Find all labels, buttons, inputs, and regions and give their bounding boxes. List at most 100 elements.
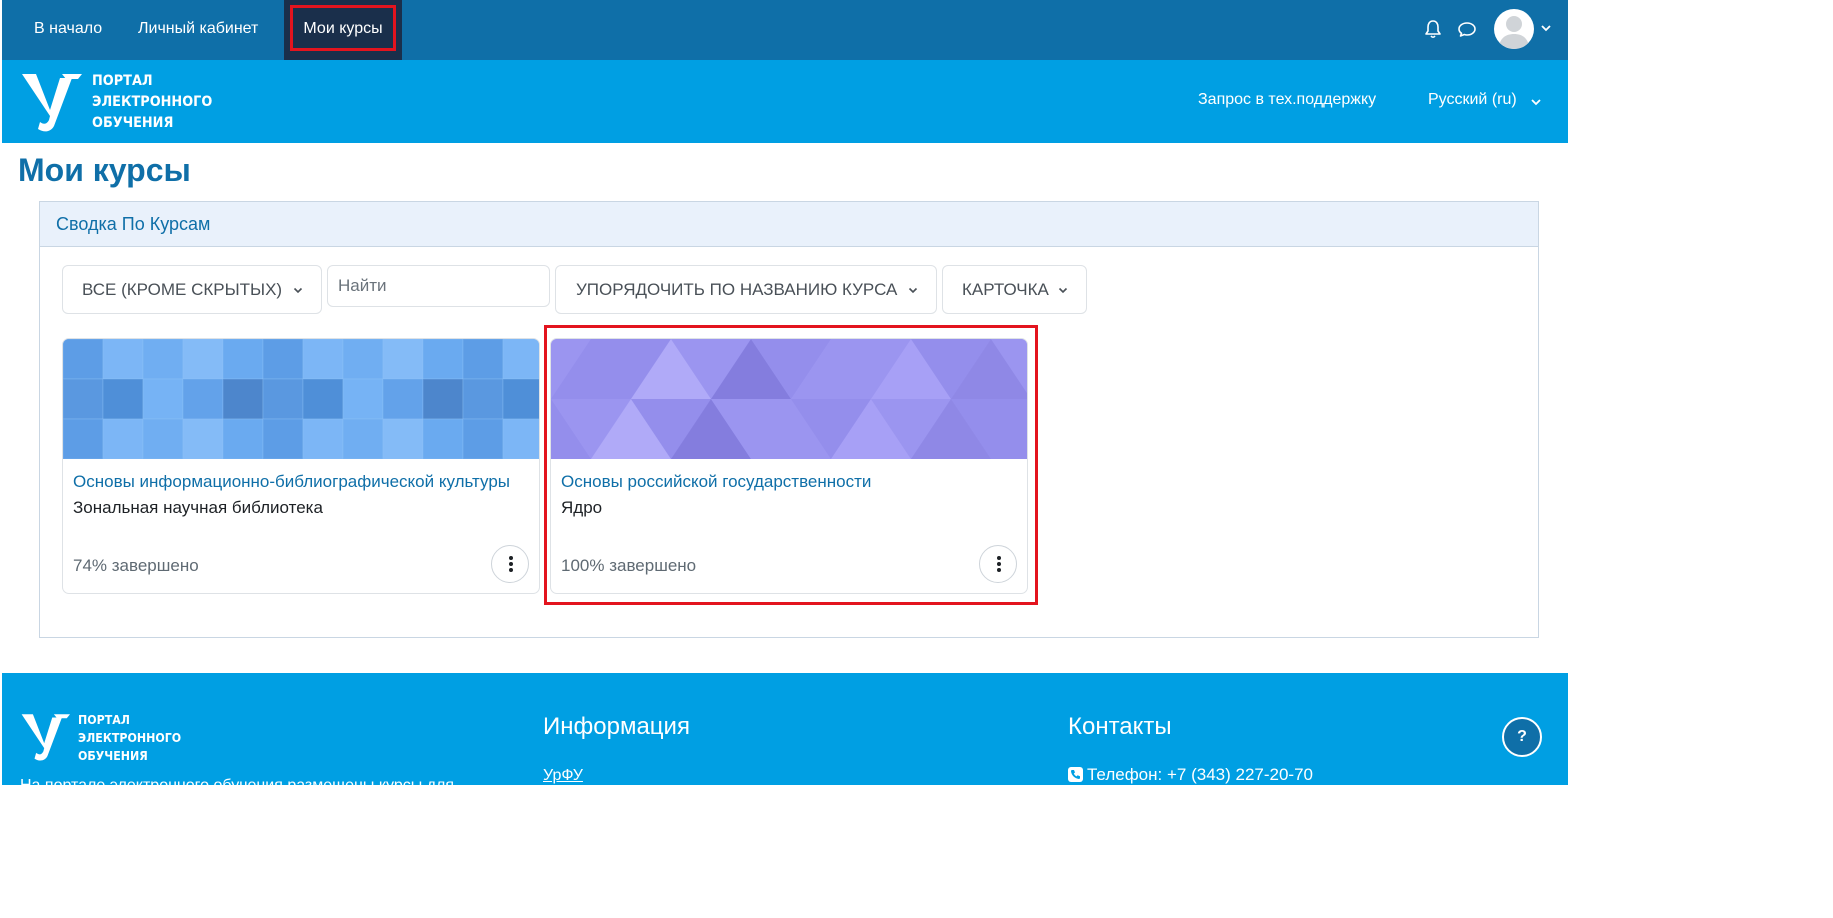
pattern-tile [182, 378, 224, 420]
footer-contacts-heading: Контакты [1068, 713, 1172, 740]
bell-icon[interactable] [1422, 18, 1444, 40]
brand-bar: ПОРТАЛ ЭЛЕКТРОННОГО ОБУЧЕНИЯ Запрос в те… [2, 60, 1568, 143]
pattern-tile [502, 378, 539, 420]
course-category: Зональная научная библиотека [73, 498, 323, 517]
footer-logo-text: ПОРТАЛ ЭЛЕКТРОННОГО ОБУЧЕНИЯ [78, 711, 181, 765]
pattern-tile [142, 378, 184, 420]
pattern-tile [502, 339, 539, 380]
pattern-tile [462, 378, 504, 420]
dot [997, 562, 1001, 566]
logo-line: ЭЛЕКТРОННОГО [92, 94, 213, 110]
course-name-link[interactable]: Основы российской государственности [561, 472, 871, 492]
portal-logo[interactable]: ПОРТАЛ ЭЛЕКТРОННОГО ОБУЧЕНИЯ [20, 70, 220, 140]
course-name-link[interactable]: Основы информационно-библиографической к… [73, 472, 510, 492]
course-progress: 100% завершено [561, 556, 697, 575]
footer-logo[interactable]: ПОРТАЛ ЭЛЕКТРОННОГО ОБУЧЕНИЯ [20, 711, 200, 767]
pattern-tile [382, 339, 424, 380]
pattern-tile [63, 418, 104, 459]
sort-label: УПОРЯДОЧИТЬ ПО НАЗВАНИЮ КУРСА [576, 280, 898, 299]
pattern-tile [142, 418, 184, 459]
pattern-tile [462, 339, 504, 380]
user-avatar[interactable] [1494, 9, 1534, 49]
highlight-box [290, 5, 396, 51]
search-input[interactable] [338, 274, 538, 298]
footer-phone: Телефон: +7 (343) 227-20-70 [1068, 765, 1313, 785]
view-label: КАРТОЧКА [962, 280, 1049, 299]
pattern-tile [342, 378, 384, 420]
page-title: Мои курсы [18, 152, 191, 188]
filter-dropdown[interactable]: ВСЕ (КРОМЕ СКРЫТЫХ) [62, 265, 322, 314]
pattern-tile [302, 339, 344, 380]
pattern-tile [302, 418, 344, 459]
chevron-down-icon [293, 287, 303, 294]
pattern-tile [102, 378, 144, 420]
dot [997, 568, 1001, 572]
phone-icon [1068, 767, 1083, 782]
pattern-tile [262, 378, 304, 420]
chevron-down-icon[interactable] [1530, 96, 1542, 108]
search-field[interactable] [327, 265, 550, 307]
pattern-tile [422, 418, 464, 459]
footer: ПОРТАЛ ЭЛЕКТРОННОГО ОБУЧЕНИЯ На портале … [2, 673, 1568, 785]
nav-my-courses[interactable]: Мои курсы [284, 0, 402, 60]
pattern-tile [63, 378, 104, 420]
top-navbar: В начало Личный кабинет Мои курсы [2, 0, 1568, 60]
phone-text: Телефон: +7 (343) 227-20-70 [1087, 765, 1313, 784]
pattern-tile [182, 418, 224, 459]
chevron-down-icon [908, 287, 918, 294]
footer-info-heading: Информация [543, 713, 690, 740]
logo-u-icon [22, 74, 82, 132]
logo-line: ЭЛЕКТРОННОГО [78, 731, 182, 745]
footer-link-urfu[interactable]: УрФУ [543, 767, 583, 785]
filter-label: ВСЕ (КРОМЕ СКРЫТЫХ) [82, 280, 283, 299]
pattern-tile [342, 418, 384, 459]
pattern-tile [182, 339, 224, 380]
language-selector[interactable]: Русский (ru) [1428, 91, 1517, 109]
pattern-tile [222, 378, 264, 420]
pattern-tile [102, 339, 144, 380]
footer-description: На портале электронного обучения размеще… [20, 777, 454, 785]
logo-line: ПОРТАЛ [78, 713, 130, 727]
pattern-tile [222, 418, 264, 459]
course-card[interactable]: Основы российской государственности Ядро… [550, 338, 1028, 594]
chevron-down-icon [1058, 287, 1068, 294]
dot [997, 556, 1001, 560]
logo-text: ПОРТАЛ ЭЛЕКТРОННОГО ОБУЧЕНИЯ [92, 71, 212, 134]
pattern-tile [302, 378, 344, 420]
view-dropdown[interactable]: КАРТОЧКА [942, 265, 1087, 314]
pattern-tile [262, 339, 304, 380]
course-overview-block: Сводка По Курсам ВСЕ (КРОМЕ СКРЫТЫХ) УПО… [39, 201, 1539, 638]
pattern-tile [262, 418, 304, 459]
logo-line: ПОРТАЛ [92, 73, 153, 89]
pattern-tile [462, 418, 504, 459]
course-image[interactable] [551, 339, 1028, 459]
dot [509, 568, 513, 572]
block-title: Сводка По Курсам [56, 214, 211, 234]
course-category: Ядро [561, 498, 603, 517]
sort-dropdown[interactable]: УПОРЯДОЧИТЬ ПО НАЗВАНИЮ КУРСА [555, 265, 937, 314]
dot [509, 556, 513, 560]
course-image[interactable] [63, 339, 540, 459]
nav-personal-cabinet[interactable]: Личный кабинет [138, 0, 258, 60]
course-actions-button[interactable] [491, 545, 529, 583]
pattern-tile [502, 418, 539, 459]
nav-home[interactable]: В начало [34, 0, 102, 60]
pattern-tile [422, 339, 464, 380]
pattern-tile [142, 339, 184, 380]
block-header: Сводка По Курсам [40, 202, 1538, 247]
dot [509, 562, 513, 566]
course-actions-button[interactable] [979, 545, 1017, 583]
chat-icon[interactable] [1456, 18, 1478, 40]
pattern-tile [102, 418, 144, 459]
pattern-tile [342, 339, 384, 380]
course-card[interactable]: Основы информационно-библиографической к… [62, 338, 540, 594]
support-request-link[interactable]: Запрос в тех.поддержку [1198, 91, 1376, 109]
chevron-down-icon[interactable] [1540, 22, 1552, 34]
pattern-tile [422, 378, 464, 420]
pattern-tile [382, 418, 424, 459]
pattern-tile [222, 339, 264, 380]
pattern-tile [63, 339, 104, 380]
help-button[interactable]: ? [1502, 717, 1542, 757]
logo-line: ОБУЧЕНИЯ [78, 749, 148, 763]
user-silhouette-icon [1499, 16, 1529, 49]
